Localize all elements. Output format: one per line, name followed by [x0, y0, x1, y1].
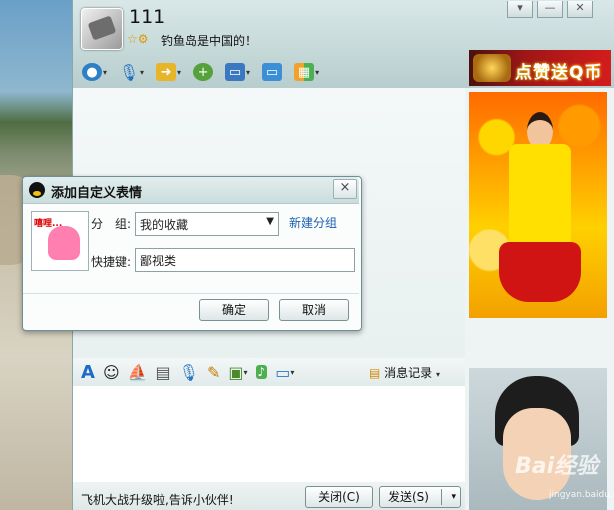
group-label: 分 组:: [91, 217, 132, 231]
shortcut-value: 鄙视类: [140, 254, 177, 268]
send-file-button[interactable]: ➜ ▾: [153, 61, 184, 83]
close-window-button[interactable]: ✕: [567, 1, 593, 18]
game-logo-icon: [473, 54, 511, 82]
ad-banner[interactable]: 点赞送Q币: [469, 50, 611, 86]
shake-icon[interactable]: ⛵: [128, 363, 148, 382]
ok-button[interactable]: 确定: [199, 299, 269, 321]
watermark: Bai经验: [515, 454, 599, 479]
watermark-url: jingyan.baidu.com: [549, 490, 614, 500]
send-options-icon[interactable]: ▾: [451, 487, 456, 507]
camera-icon: ●: [82, 63, 102, 81]
chevron-down-icon: ▼: [266, 216, 274, 227]
message-input[interactable]: [73, 386, 465, 482]
chat-top-toolbar: ● ▾ 🎙 ▾ ➜ ▾ + ▭ ▾ ▭ ▦ ▾: [79, 58, 322, 86]
user-add-icon: +: [193, 63, 214, 81]
voice-message-icon[interactable]: 🎙: [179, 363, 199, 382]
send-label: 发送(S): [388, 490, 429, 504]
monitor-icon: ▭: [225, 63, 246, 81]
music-icon[interactable]: ♪: [255, 365, 268, 379]
my-avatar-show: [469, 368, 607, 510]
grid-icon: ▦: [294, 63, 315, 81]
window-controls: ▾ — ✕: [503, 0, 593, 18]
handwriting-icon[interactable]: ✎: [207, 363, 220, 382]
group-select-value: 我的收藏: [140, 218, 189, 232]
font-icon[interactable]: A: [81, 362, 95, 383]
screenshot-icon[interactable]: ▭: [275, 363, 290, 382]
dialog-title: 添加自定义表情: [51, 186, 143, 201]
display-icon: ▭: [262, 63, 283, 81]
share-screen-button[interactable]: ▭: [259, 61, 285, 83]
contact-signature: 钓鱼岛是中国的！: [161, 34, 258, 48]
qq-penguin-icon: [29, 182, 45, 198]
emoji-icon[interactable]: ☺: [103, 363, 120, 382]
window-menu-button[interactable]: ▾: [507, 1, 533, 18]
add-custom-emoticon-dialog: 添加自定义表情 × 嘻哩... 分 组: 我的收藏 ▼ 新建分组 快捷键: 鄙视…: [22, 176, 362, 331]
shortcut-input[interactable]: 鄙视类: [135, 248, 355, 272]
contact-name: 111: [129, 6, 166, 28]
folder-arrow-icon: ➜: [156, 63, 177, 81]
minimize-button[interactable]: —: [537, 1, 563, 18]
pig-emoticon-icon: [48, 226, 80, 260]
image-icon[interactable]: ▣: [228, 363, 243, 382]
message-history-button[interactable]: ▤ 消息记录 ▾: [369, 364, 440, 381]
voice-call-button[interactable]: 🎙 ▾: [116, 61, 147, 83]
contact-avatar-show: [469, 92, 607, 318]
emoticon-preview: 嘻哩...: [31, 211, 89, 271]
close-chat-button[interactable]: 关闭(C): [305, 486, 373, 508]
microphone-icon: 🎙: [118, 62, 140, 82]
group-select[interactable]: 我的收藏 ▼: [135, 212, 279, 236]
dialog-divider: [23, 293, 359, 294]
news-link[interactable]: 飞机大战升级啦,告诉小伙伴!: [81, 491, 234, 508]
vip-status-icon: ☆⚙: [127, 32, 149, 46]
shortcut-label: 快捷键:: [91, 255, 132, 269]
remote-assist-button[interactable]: ▭ ▾: [222, 61, 253, 83]
contact-avatar[interactable]: [81, 8, 123, 50]
new-group-link[interactable]: 新建分组: [289, 214, 337, 231]
dialog-close-button[interactable]: ×: [333, 179, 357, 199]
avatar-figure: [499, 112, 581, 312]
apps-button[interactable]: ▦ ▾: [291, 61, 322, 83]
send-button[interactable]: 发送(S) ▾: [379, 486, 461, 508]
video-call-button[interactable]: ● ▾: [79, 61, 110, 83]
history-icon: ▤: [369, 366, 381, 380]
add-member-button[interactable]: +: [190, 61, 216, 83]
gif-icon[interactable]: ▤: [156, 363, 171, 382]
ad-text: 点赞送Q币: [515, 63, 603, 83]
cancel-button[interactable]: 取消: [279, 299, 349, 321]
history-label: 消息记录: [384, 366, 433, 380]
